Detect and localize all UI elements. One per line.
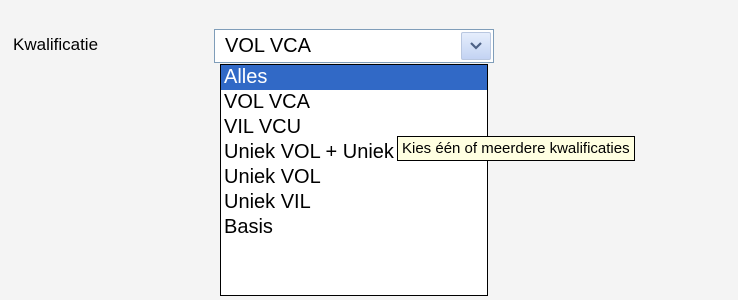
dropdown-list[interactable]: Alles VOL VCA VIL VCU Uniek VOL + Uniek …	[220, 64, 488, 296]
tooltip: Kies één of meerdere kwalificaties	[397, 136, 635, 161]
option-uniek-vil[interactable]: Uniek VIL	[221, 190, 487, 215]
field-label: Kwalificatie	[13, 35, 99, 54]
option-alles[interactable]: Alles	[221, 65, 487, 90]
option-vol-vca[interactable]: VOL VCA	[221, 90, 487, 115]
kwalificatie-select[interactable]: VOL VCA	[214, 29, 494, 63]
select-current-value: VOL VCA	[225, 35, 311, 57]
chevron-down-icon	[470, 42, 482, 50]
option-uniek-vol[interactable]: Uniek VOL	[221, 165, 487, 190]
dropdown-arrow-button[interactable]	[461, 32, 491, 60]
option-basis[interactable]: Basis	[221, 215, 487, 240]
